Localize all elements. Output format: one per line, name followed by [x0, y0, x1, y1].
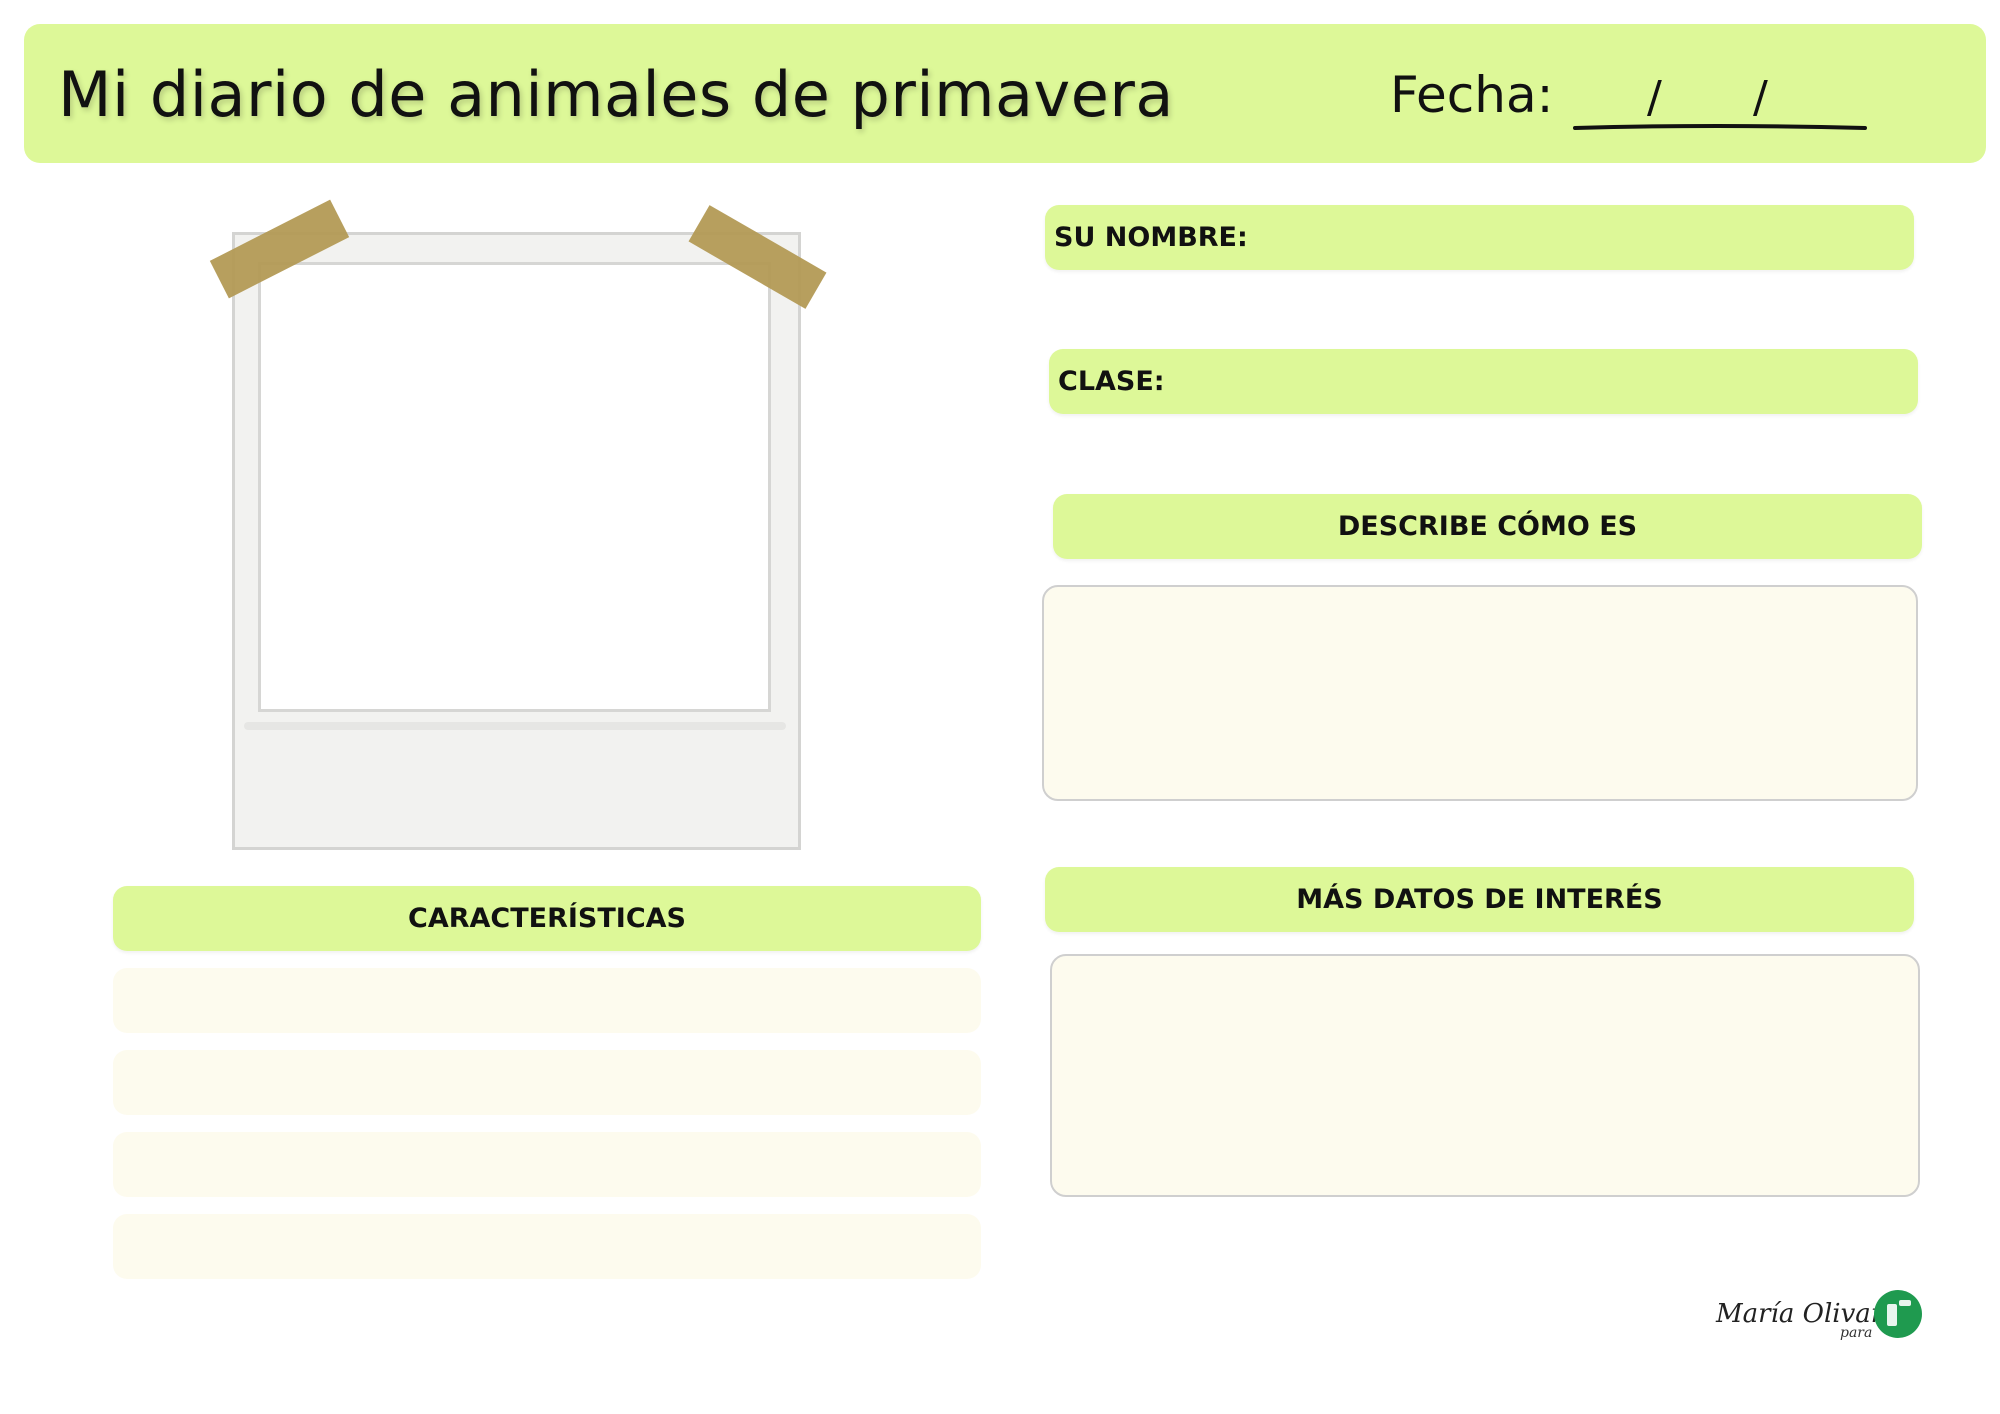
- publisher-logo-icon: [1874, 1290, 1922, 1338]
- characteristics-line-1[interactable]: [113, 968, 981, 1033]
- more-data-writing-area[interactable]: [1050, 954, 1920, 1197]
- date-separator-1: /: [1647, 72, 1662, 123]
- logo-glyph-icon: [1887, 1300, 1911, 1326]
- characteristics-line-4[interactable]: [113, 1214, 981, 1279]
- date-label: Fecha:: [1390, 66, 1554, 124]
- characteristics-heading-label: CARACTERÍSTICAS: [408, 903, 686, 934]
- date-separator-2: /: [1753, 72, 1768, 123]
- date-line[interactable]: / /: [1565, 70, 1875, 140]
- describe-writing-area[interactable]: [1042, 585, 1918, 801]
- more-data-heading-label: MÁS DATOS DE INTERÉS: [1296, 884, 1663, 915]
- photo-area[interactable]: [258, 262, 771, 712]
- polaroid-caption-line: [244, 722, 786, 730]
- describe-heading: DESCRIBE CÓMO ES: [1053, 494, 1922, 559]
- name-field[interactable]: SU NOMBRE:: [1045, 205, 1914, 270]
- author-signature-para: para: [1840, 1325, 1873, 1341]
- more-data-heading: MÁS DATOS DE INTERÉS: [1045, 867, 1914, 932]
- characteristics-line-3[interactable]: [113, 1132, 981, 1197]
- date-underline: [1573, 124, 1867, 130]
- page-title: Mi diario de animales de primavera: [58, 58, 1174, 131]
- characteristics-line-2[interactable]: [113, 1050, 981, 1115]
- class-field-label: CLASE:: [1058, 366, 1165, 397]
- describe-heading-label: DESCRIBE CÓMO ES: [1337, 511, 1638, 542]
- characteristics-heading: CARACTERÍSTICAS: [113, 886, 981, 951]
- name-field-label: SU NOMBRE:: [1054, 222, 1248, 253]
- class-field[interactable]: CLASE:: [1049, 349, 1918, 414]
